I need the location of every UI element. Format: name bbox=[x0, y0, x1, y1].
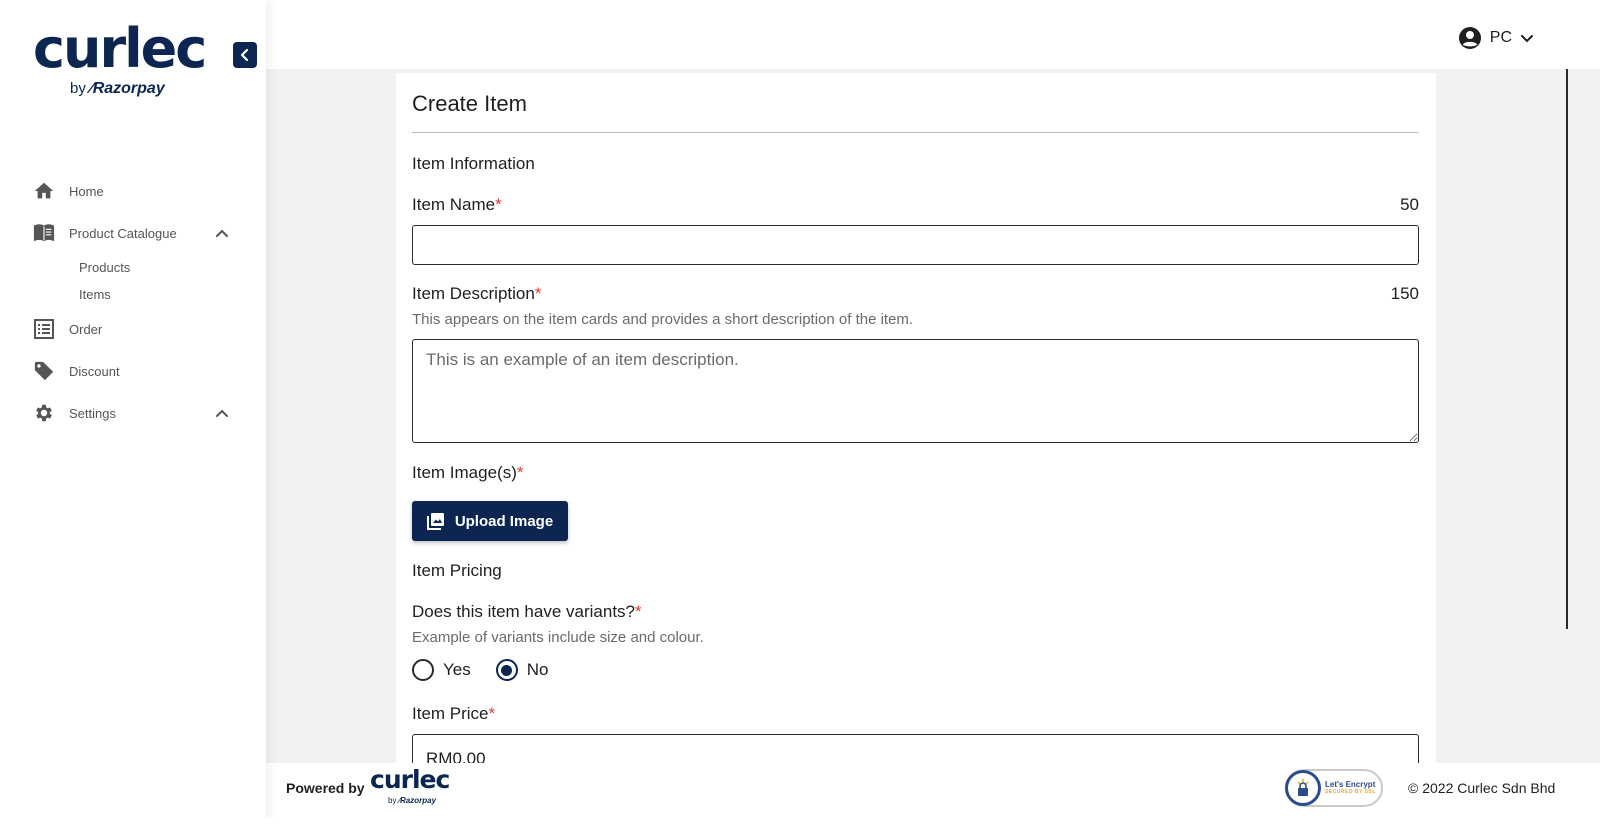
item-name-label: Item Name* bbox=[412, 195, 502, 215]
item-name-input[interactable] bbox=[412, 225, 1419, 265]
lock-icon bbox=[1285, 770, 1321, 806]
sidebar-item-label: Discount bbox=[69, 363, 120, 379]
curlec-logo[interactable]: curlec by ⁄Razorpay bbox=[33, 17, 207, 98]
sidebar-item-label: Settings bbox=[69, 405, 116, 421]
sidebar-subitem-products[interactable]: Products bbox=[0, 254, 266, 281]
item-images-label: Item Image(s)* bbox=[412, 463, 523, 483]
gear-icon bbox=[33, 402, 55, 424]
item-price-label-text: Item Price bbox=[412, 704, 489, 723]
logo-byline: by ⁄Razorpay bbox=[70, 80, 165, 98]
razorpay-text: Razorpay bbox=[92, 80, 165, 97]
sidebar-item-label: Product Catalogue bbox=[69, 225, 177, 241]
required-asterisk: * bbox=[488, 704, 496, 723]
variants-label: Does this item have variants?* bbox=[412, 602, 642, 622]
sidebar-nav: Home Product Catalogue Products Items Or… bbox=[0, 170, 266, 434]
home-icon bbox=[33, 180, 55, 202]
sidebar-subitem-items[interactable]: Items bbox=[0, 281, 266, 308]
variants-yes-radio[interactable] bbox=[412, 659, 434, 681]
sidebar-item-home[interactable]: Home bbox=[0, 170, 266, 212]
title-divider bbox=[412, 132, 1419, 133]
variants-radio-group: Yes No bbox=[412, 659, 573, 681]
sidebar-item-label: Home bbox=[69, 183, 104, 199]
user-initials: PC bbox=[1489, 29, 1512, 46]
item-name-char-counter: 50 bbox=[1400, 195, 1419, 214]
variants-no-radio[interactable] bbox=[495, 659, 518, 681]
lets-encrypt-badge: Let's Encrypt SECURED BY SSL bbox=[1285, 769, 1383, 807]
scrollbar-thumb[interactable] bbox=[1566, 69, 1568, 629]
user-menu[interactable]: PC bbox=[1458, 26, 1534, 50]
copyright-text: © 2022 Curlec Sdn Bhd bbox=[1408, 780, 1556, 796]
list-icon bbox=[33, 318, 55, 340]
sidebar-item-discount[interactable]: Discount bbox=[0, 350, 266, 392]
item-name-label-text: Item Name bbox=[412, 195, 496, 214]
item-description-textarea[interactable] bbox=[412, 339, 1419, 443]
badge-line-2: SECURED BY SSL bbox=[1325, 788, 1376, 795]
variants-yes-label[interactable]: Yes bbox=[443, 660, 471, 680]
footer-curlec-logo: curlec by ⁄Razorpay bbox=[370, 765, 450, 805]
razorpay-mark: ⁄Razorpay bbox=[90, 80, 165, 97]
footer-logo-byline: by ⁄Razorpay bbox=[388, 796, 437, 805]
book-icon bbox=[33, 222, 55, 244]
variants-helper: Example of variants include size and col… bbox=[412, 629, 704, 646]
top-bar: PC bbox=[266, 0, 1600, 69]
section-item-information: Item Information bbox=[412, 154, 535, 173]
upload-image-button[interactable]: Upload Image bbox=[412, 501, 568, 541]
required-asterisk: * bbox=[635, 602, 642, 621]
footer-razorpay-text: Razorpay bbox=[400, 796, 437, 805]
lets-encrypt-text: Let's Encrypt SECURED BY SSL bbox=[1325, 780, 1376, 795]
image-library-icon bbox=[426, 513, 444, 530]
logo-wordmark: curlec bbox=[33, 17, 207, 80]
item-description-helper: This appears on the item cards and provi… bbox=[412, 311, 914, 328]
chevron-left-icon bbox=[240, 48, 249, 62]
account-circle-icon bbox=[1458, 27, 1481, 49]
sidebar-item-settings[interactable]: Settings bbox=[0, 392, 266, 434]
sidebar-item-label: Order bbox=[69, 321, 103, 337]
footer-logo-by: by bbox=[388, 796, 397, 805]
footer-logo-wordmark: curlec bbox=[370, 765, 450, 794]
radio-selected-dot bbox=[501, 664, 513, 676]
sidebar-item-order[interactable]: Order bbox=[0, 308, 266, 350]
chevron-down-icon bbox=[1521, 35, 1533, 43]
required-asterisk: * bbox=[516, 463, 524, 482]
item-description-label-text: Item Description bbox=[412, 284, 535, 303]
chevron-up-icon[interactable] bbox=[214, 405, 230, 421]
item-images-label-text: Item Image(s) bbox=[412, 463, 517, 482]
chevron-up-icon[interactable] bbox=[214, 225, 230, 241]
footer: Powered by curlec by ⁄Razorpay Let's Enc… bbox=[266, 763, 1600, 817]
item-description-label: Item Description* bbox=[412, 284, 541, 304]
variants-label-text: Does this item have variants? bbox=[412, 602, 635, 621]
variants-no-label[interactable]: No bbox=[527, 660, 549, 680]
powered-by-text: Powered by bbox=[286, 780, 365, 796]
section-item-pricing: Item Pricing bbox=[412, 561, 502, 580]
sidebar: curlec by ⁄Razorpay Home Product Catalog… bbox=[0, 0, 266, 834]
page-title: Create Item bbox=[412, 91, 527, 116]
logo-by-text: by bbox=[70, 80, 86, 97]
sidebar-item-product-catalogue[interactable]: Product Catalogue bbox=[0, 212, 266, 254]
upload-image-button-label: Upload Image bbox=[454, 512, 554, 530]
scrollbar-track[interactable] bbox=[1566, 69, 1600, 763]
sidebar-collapse-button[interactable] bbox=[233, 42, 257, 68]
tag-icon bbox=[33, 360, 55, 382]
window-bottom-edge bbox=[0, 817, 1600, 834]
item-price-label: Item Price* bbox=[412, 704, 495, 724]
required-asterisk: * bbox=[495, 195, 502, 214]
required-asterisk: * bbox=[534, 284, 542, 303]
item-description-char-counter: 150 bbox=[1390, 284, 1419, 303]
